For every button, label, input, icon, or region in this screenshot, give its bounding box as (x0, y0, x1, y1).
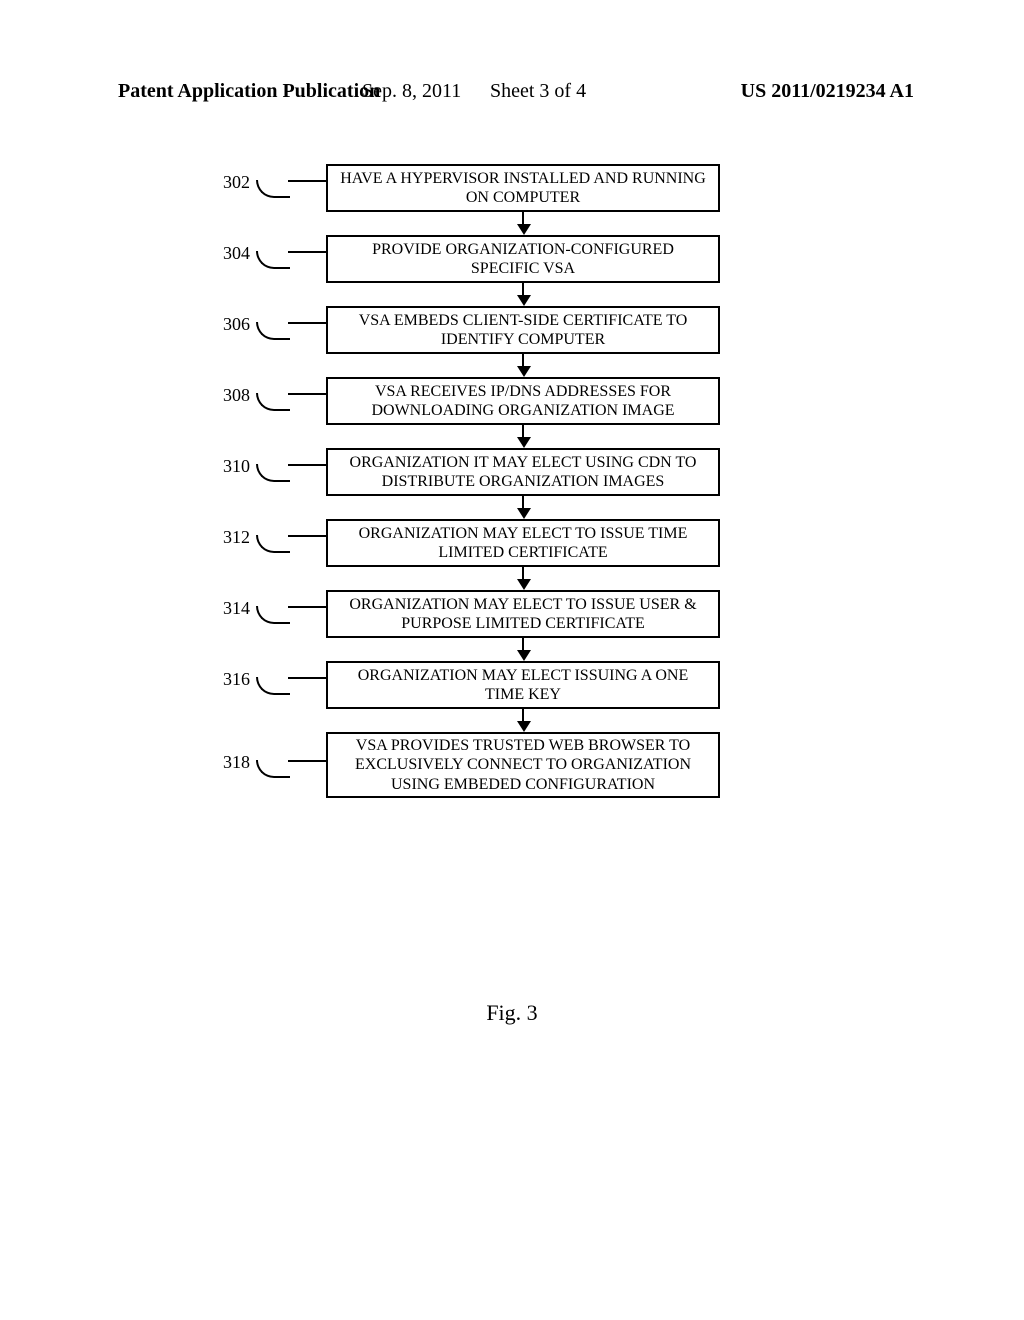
arrow-head-icon (517, 508, 531, 519)
arrow-head-icon (517, 224, 531, 235)
flow-step-302: HAVE A HYPERVISOR INSTALLED AND RUNNING … (326, 164, 720, 212)
flow-step-text: VSA PROVIDES TRUSTED WEB BROWSER TO EXCL… (338, 736, 708, 794)
step-ref-302: 302 (210, 172, 250, 193)
flow-step-text: ORGANIZATION MAY ELECT TO ISSUE USER & P… (338, 595, 708, 633)
header-publication-number: US 2011/0219234 A1 (741, 80, 914, 103)
header-date: Sep. 8, 2011 (362, 80, 461, 103)
header-publication-label: Patent Application Publication (118, 80, 380, 103)
arrow-head-icon (517, 650, 531, 661)
arrow-head-icon (517, 366, 531, 377)
step-ref-312: 312 (210, 527, 250, 548)
leader-line-icon (256, 606, 290, 624)
leader-line-icon (288, 180, 326, 182)
leader-line-icon (288, 606, 326, 608)
leader-line-icon (288, 322, 326, 324)
arrow-head-icon (517, 721, 531, 732)
arrow-head-icon (517, 579, 531, 590)
leader-line-icon (256, 322, 290, 340)
arrow-head-icon (517, 437, 531, 448)
flow-step-318: VSA PROVIDES TRUSTED WEB BROWSER TO EXCL… (326, 732, 720, 798)
flow-step-text: PROVIDE ORGANIZATION-CONFIGURED SPECIFIC… (338, 240, 708, 278)
flow-step-text: ORGANIZATION MAY ELECT TO ISSUE TIME LIM… (338, 524, 708, 562)
flow-step-text: VSA EMBEDS CLIENT-SIDE CERTIFICATE TO ID… (338, 311, 708, 349)
leader-line-icon (288, 393, 326, 395)
step-ref-314: 314 (210, 598, 250, 619)
step-ref-304: 304 (210, 243, 250, 264)
leader-line-icon (288, 251, 326, 253)
leader-line-icon (256, 677, 290, 695)
step-ref-318: 318 (210, 752, 250, 773)
leader-line-icon (256, 760, 290, 778)
step-ref-306: 306 (210, 314, 250, 335)
step-ref-316: 316 (210, 669, 250, 690)
leader-line-icon (256, 393, 290, 411)
leader-line-icon (256, 251, 290, 269)
header-sheet-number: Sheet 3 of 4 (490, 80, 586, 103)
step-ref-310: 310 (210, 456, 250, 477)
figure-caption: Fig. 3 (0, 1000, 1024, 1026)
flow-step-316: ORGANIZATION MAY ELECT ISSUING A ONE TIM… (326, 661, 720, 709)
flow-step-304: PROVIDE ORGANIZATION-CONFIGURED SPECIFIC… (326, 235, 720, 283)
flow-step-312: ORGANIZATION MAY ELECT TO ISSUE TIME LIM… (326, 519, 720, 567)
leader-line-icon (288, 677, 326, 679)
leader-line-icon (256, 464, 290, 482)
step-ref-308: 308 (210, 385, 250, 406)
flow-step-314: ORGANIZATION MAY ELECT TO ISSUE USER & P… (326, 590, 720, 638)
flow-step-text: VSA RECEIVES IP/DNS ADDRESSES FOR DOWNLO… (338, 382, 708, 420)
flow-step-text: HAVE A HYPERVISOR INSTALLED AND RUNNING … (338, 169, 708, 207)
flow-step-306: VSA EMBEDS CLIENT-SIDE CERTIFICATE TO ID… (326, 306, 720, 354)
leader-line-icon (288, 535, 326, 537)
flow-step-308: VSA RECEIVES IP/DNS ADDRESSES FOR DOWNLO… (326, 377, 720, 425)
leader-line-icon (288, 464, 326, 466)
arrow-head-icon (517, 295, 531, 306)
flow-step-text: ORGANIZATION MAY ELECT ISSUING A ONE TIM… (338, 666, 708, 704)
flow-step-text: ORGANIZATION IT MAY ELECT USING CDN TO D… (338, 453, 708, 491)
leader-line-icon (288, 760, 326, 762)
leader-line-icon (256, 535, 290, 553)
flow-step-310: ORGANIZATION IT MAY ELECT USING CDN TO D… (326, 448, 720, 496)
leader-line-icon (256, 180, 290, 198)
page: Patent Application Publication Sep. 8, 2… (0, 0, 1024, 1320)
